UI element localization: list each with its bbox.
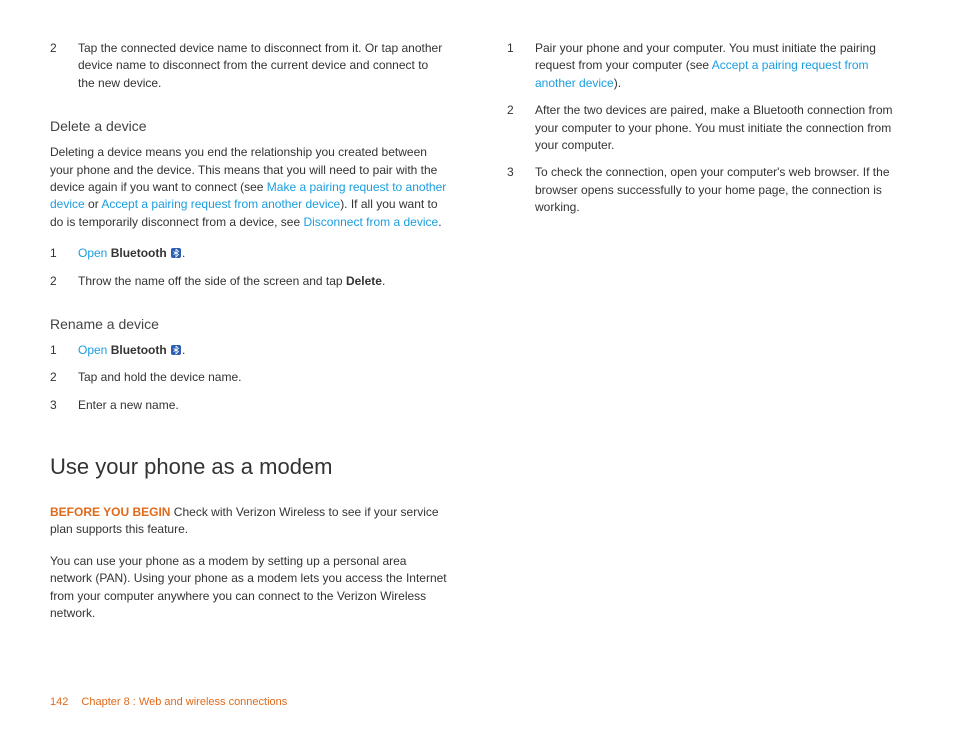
step-number: 2 (50, 40, 78, 92)
bluetooth-label: Bluetooth (107, 343, 170, 357)
right-column: 1 Pair your phone and your computer. You… (507, 40, 904, 636)
page-number: 142 (50, 696, 68, 708)
step-number: 3 (50, 397, 78, 414)
paragraph: BEFORE YOU BEGIN Check with Verizon Wire… (50, 504, 447, 539)
step-number: 1 (50, 342, 78, 359)
step-text: Enter a new name. (78, 397, 447, 414)
link-disconnect-device[interactable]: Disconnect from a device (303, 215, 438, 229)
left-column: 2 Tap the connected device name to disco… (50, 40, 447, 636)
step-number: 2 (507, 102, 535, 154)
paragraph: You can use your phone as a modem by set… (50, 553, 447, 623)
breadcrumb: Chapter 8 : Web and wireless connections (81, 696, 287, 708)
step-number: 1 (507, 40, 535, 92)
paragraph: Deleting a device means you end the rela… (50, 144, 447, 231)
list-item: 2 Tap the connected device name to disco… (50, 40, 447, 92)
step-text: Tap and hold the device name. (78, 369, 447, 386)
step-number: 2 (50, 369, 78, 386)
step-text: To check the connection, open your compu… (535, 164, 904, 216)
list-item: 1 Open Bluetooth . (50, 245, 447, 262)
list-item: 1 Open Bluetooth . (50, 342, 447, 359)
step-number: 2 (50, 273, 78, 290)
step-number: 1 (50, 245, 78, 262)
step-text: Open Bluetooth . (78, 245, 447, 262)
bluetooth-label: Bluetooth (107, 246, 170, 260)
step-text: Pair your phone and your computer. You m… (535, 40, 904, 92)
link-open[interactable]: Open (78, 343, 107, 357)
list-item: 1 Pair your phone and your computer. You… (507, 40, 904, 92)
heading-use-phone-as-modem: Use your phone as a modem (50, 454, 447, 480)
page-content: 2 Tap the connected device name to disco… (0, 0, 954, 636)
list-item: 2 Throw the name off the side of the scr… (50, 273, 447, 290)
step-text: Open Bluetooth . (78, 342, 447, 359)
delete-label: Delete (346, 274, 382, 288)
list-item: 2 Tap and hold the device name. (50, 369, 447, 386)
bluetooth-icon (170, 247, 182, 259)
link-accept-pairing-request[interactable]: Accept a pairing request from another de… (101, 197, 340, 211)
step-text: After the two devices are paired, make a… (535, 102, 904, 154)
before-you-begin-label: BEFORE YOU BEGIN (50, 505, 170, 519)
link-open[interactable]: Open (78, 246, 107, 260)
step-number: 3 (507, 164, 535, 216)
page-footer: 142 Chapter 8 : Web and wireless connect… (50, 696, 287, 708)
list-item: 3 To check the connection, open your com… (507, 164, 904, 216)
bluetooth-icon (170, 344, 182, 356)
step-text: Throw the name off the side of the scree… (78, 273, 447, 290)
step-text: Tap the connected device name to disconn… (78, 40, 447, 92)
list-item: 2 After the two devices are paired, make… (507, 102, 904, 154)
heading-delete-device: Delete a device (50, 118, 447, 134)
list-item: 3 Enter a new name. (50, 397, 447, 414)
heading-rename-device: Rename a device (50, 316, 447, 332)
